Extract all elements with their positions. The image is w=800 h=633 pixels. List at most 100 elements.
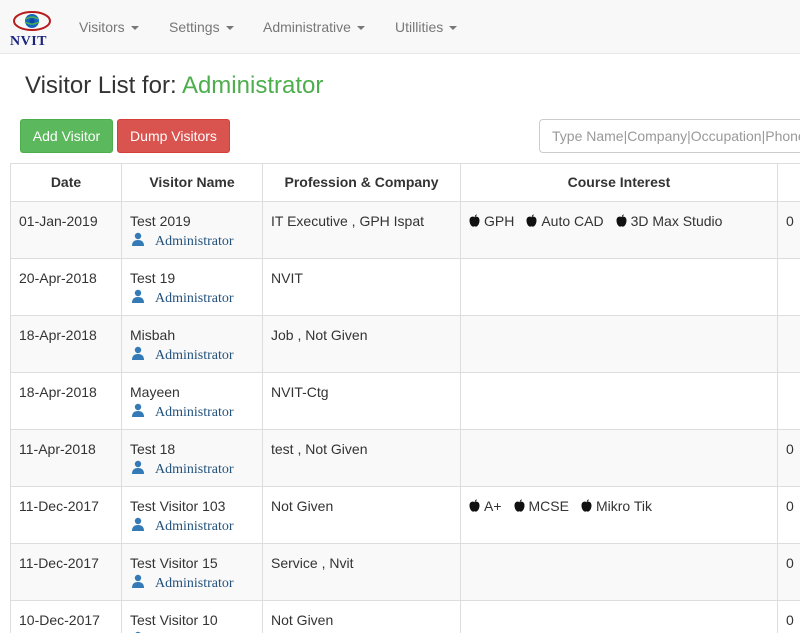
brand-logo[interactable]: NVIT xyxy=(8,10,54,50)
apple-icon xyxy=(581,498,592,511)
search-input[interactable] xyxy=(539,119,800,153)
cell-date: 10-Dec-2017 xyxy=(11,601,122,633)
cell-visitor: Test 18 Administrator xyxy=(122,430,263,487)
cell-date: 01-Jan-2019 xyxy=(11,202,122,259)
cell-profession: IT Executive , GPH Ispat xyxy=(263,202,461,259)
column-header-profession[interactable]: Profession & Company xyxy=(263,164,461,202)
cell-course-interest xyxy=(461,316,778,373)
table-row[interactable]: 11-Dec-2017Test Visitor 103Administrator… xyxy=(11,487,800,544)
visitor-name[interactable]: Misbah xyxy=(130,326,254,344)
course-tag: Auto CAD xyxy=(526,212,603,230)
cell-date: 18-Apr-2018 xyxy=(11,373,122,430)
cell-extra: 0 xyxy=(778,202,800,259)
user-icon xyxy=(131,232,145,246)
nav-utilities-label: Utillities xyxy=(395,19,443,35)
table-row[interactable]: 11-Apr-2018 Test 18 Administrator test , No… xyxy=(11,430,800,487)
cell-visitor: Misbah Administrator xyxy=(122,316,263,373)
cell-extra xyxy=(778,316,800,373)
dump-visitors-button[interactable]: Dump Visitors xyxy=(117,119,230,153)
cell-course-interest xyxy=(461,259,778,316)
cell-profession: NVIT xyxy=(263,259,461,316)
cell-profession: Service , Nvit xyxy=(263,544,461,601)
visitor-name[interactable]: Test 18 xyxy=(130,440,254,458)
cell-profession: test , Not Given xyxy=(263,430,461,487)
column-header-visitor-name[interactable]: Visitor Name xyxy=(122,164,263,202)
cell-extra: 0 xyxy=(778,487,800,544)
table-row[interactable]: 18-Apr-2018 Misbah Administrator Job , Not … xyxy=(11,316,800,373)
table-row[interactable]: 01-Jan-2019 Test 2019 Administrator IT Exec… xyxy=(11,202,800,259)
cell-visitor: Test Visitor 10Administrator xyxy=(122,601,263,633)
user-icon xyxy=(131,346,145,360)
cell-course-interest xyxy=(461,601,778,633)
cell-date: 11-Apr-2018 xyxy=(11,430,122,487)
add-visitor-button[interactable]: Add Visitor xyxy=(20,119,113,153)
brand-text: NVIT xyxy=(10,34,47,50)
nav-utilities-menu[interactable]: Utillities xyxy=(395,0,457,54)
nav-settings-menu[interactable]: Settings xyxy=(169,0,234,54)
apple-icon xyxy=(469,498,480,511)
apple-icon xyxy=(469,213,480,226)
cell-course-interest xyxy=(461,430,778,487)
operator-link[interactable]: Administrator xyxy=(130,346,254,365)
visitor-name[interactable]: Test Visitor 103 xyxy=(130,497,254,515)
operator-link[interactable]: Administrator xyxy=(130,232,254,251)
page-title-user: Administrator xyxy=(182,72,323,99)
column-header-extra xyxy=(778,164,800,202)
table-row[interactable]: 11-Dec-2017 Test Visitor 15 Administrator S… xyxy=(11,544,800,601)
column-header-course-interest[interactable]: Course Interest xyxy=(461,164,778,202)
course-tag: 3D Max Studio xyxy=(616,212,723,230)
user-icon xyxy=(131,289,145,303)
cell-profession: Job , Not Given xyxy=(263,316,461,373)
nav-administrative-menu[interactable]: Administrative xyxy=(263,0,365,54)
operator-name: Administrator xyxy=(155,348,234,363)
operator-link[interactable]: Administrator xyxy=(130,517,254,536)
caret-down-icon xyxy=(226,26,234,30)
apple-icon xyxy=(514,498,525,511)
cell-visitor: Test 19 Administrator xyxy=(122,259,263,316)
course-label: 3D Max Studio xyxy=(631,213,723,229)
cell-date: 11-Dec-2017 xyxy=(11,544,122,601)
user-icon xyxy=(131,517,145,531)
visitor-name[interactable]: Mayeen xyxy=(130,383,254,401)
cell-visitor: Mayeen Administrator xyxy=(122,373,263,430)
eye-globe-icon xyxy=(12,10,52,36)
visitor-name[interactable]: Test Visitor 10 xyxy=(130,611,254,629)
table-row[interactable]: 18-Apr-2018 Mayeen Administrator NVIT-Ctg xyxy=(11,373,800,430)
operator-link[interactable]: Administrator xyxy=(130,403,254,422)
table-row[interactable]: 20-Apr-2018 Test 19 Administrator NVIT xyxy=(11,259,800,316)
visitor-name[interactable]: Test Visitor 15 xyxy=(130,554,254,572)
course-tag: Mikro Tik xyxy=(581,497,652,515)
cell-visitor: Test Visitor 103 Administrator xyxy=(122,487,263,544)
course-tag: A+ xyxy=(469,497,502,515)
visitor-name[interactable]: Test 19 xyxy=(130,269,254,287)
user-icon xyxy=(131,574,145,588)
operator-name: Administrator xyxy=(155,291,234,306)
cell-extra: 0 xyxy=(778,601,800,633)
cell-course-interest: GPH Auto CAD 3D Max Studio xyxy=(461,202,778,259)
cell-extra xyxy=(778,259,800,316)
operator-name: Administrator xyxy=(155,234,234,249)
course-tag: GPH xyxy=(469,212,514,230)
nav-settings-label: Settings xyxy=(169,19,220,35)
course-label: A+ xyxy=(484,498,502,514)
operator-name: Administrator xyxy=(155,576,234,591)
nav-visitors-label: Visitors xyxy=(79,19,125,35)
operator-link[interactable]: Administrator xyxy=(130,289,254,308)
cell-extra: 0 xyxy=(778,430,800,487)
user-icon xyxy=(131,460,145,474)
nav-visitors-menu[interactable]: Visitors xyxy=(79,0,139,54)
cell-profession: Not Given xyxy=(263,487,461,544)
cell-date: 20-Apr-2018 xyxy=(11,259,122,316)
cell-profession: Not Given xyxy=(263,601,461,633)
visitor-table: Date Visitor Name Profession & Company C… xyxy=(10,163,800,633)
cell-date: 18-Apr-2018 xyxy=(11,316,122,373)
course-label: Auto CAD xyxy=(541,213,603,229)
cell-profession: NVIT-Ctg xyxy=(263,373,461,430)
caret-down-icon xyxy=(357,26,365,30)
cell-extra xyxy=(778,373,800,430)
table-row[interactable]: 10-Dec-2017Test Visitor 10AdministratorN… xyxy=(11,601,800,633)
operator-link[interactable]: Administrator xyxy=(130,574,254,593)
visitor-name[interactable]: Test 2019 xyxy=(130,212,254,230)
column-header-date[interactable]: Date xyxy=(11,164,122,202)
operator-link[interactable]: Administrator xyxy=(130,460,254,479)
